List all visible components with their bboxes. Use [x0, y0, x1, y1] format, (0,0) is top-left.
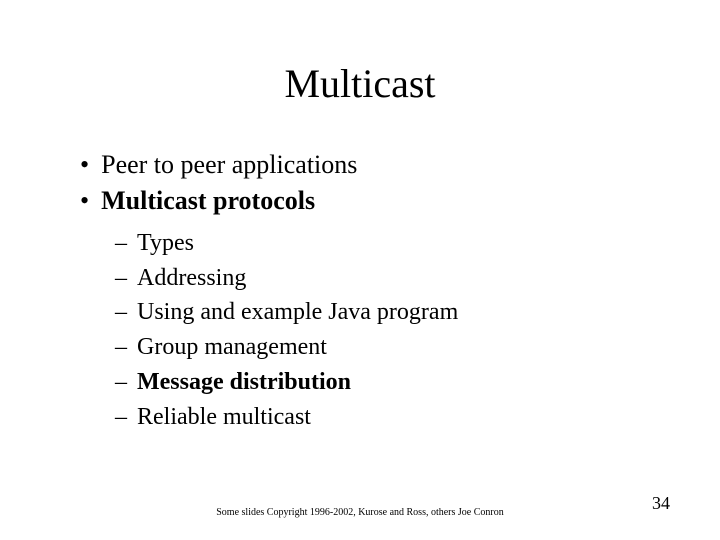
page-number: 34	[652, 493, 670, 514]
bullet-item: Multicast protocols	[80, 183, 660, 219]
slide-title: Multicast	[60, 60, 660, 107]
bullet-text: Peer to peer applications	[101, 147, 357, 183]
sub-bullet-text: Using and example Java program	[137, 295, 458, 330]
sub-bullet-text: Reliable multicast	[137, 400, 311, 435]
sub-bullet-list: Types Addressing Using and example Java …	[60, 226, 660, 435]
sub-bullet-text: Group management	[137, 330, 327, 365]
sub-bullet-text: Message distribution	[137, 365, 351, 400]
slide: Multicast Peer to peer applications Mult…	[0, 0, 720, 540]
sub-bullet-item: Message distribution	[115, 365, 660, 400]
bullet-text: Multicast protocols	[101, 183, 315, 219]
bullet-item: Peer to peer applications	[80, 147, 660, 183]
sub-bullet-text: Types	[137, 226, 194, 261]
sub-bullet-text: Addressing	[137, 261, 246, 296]
sub-bullet-item: Types	[115, 226, 660, 261]
footer-note: Some slides Copyright 1996-2002, Kurose …	[0, 507, 720, 518]
sub-bullet-item: Group management	[115, 330, 660, 365]
sub-bullet-item: Addressing	[115, 261, 660, 296]
footer: Some slides Copyright 1996-2002, Kurose …	[0, 507, 720, 518]
sub-bullet-item: Using and example Java program	[115, 295, 660, 330]
bullet-list: Peer to peer applications Multicast prot…	[60, 147, 660, 220]
sub-bullet-item: Reliable multicast	[115, 400, 660, 435]
